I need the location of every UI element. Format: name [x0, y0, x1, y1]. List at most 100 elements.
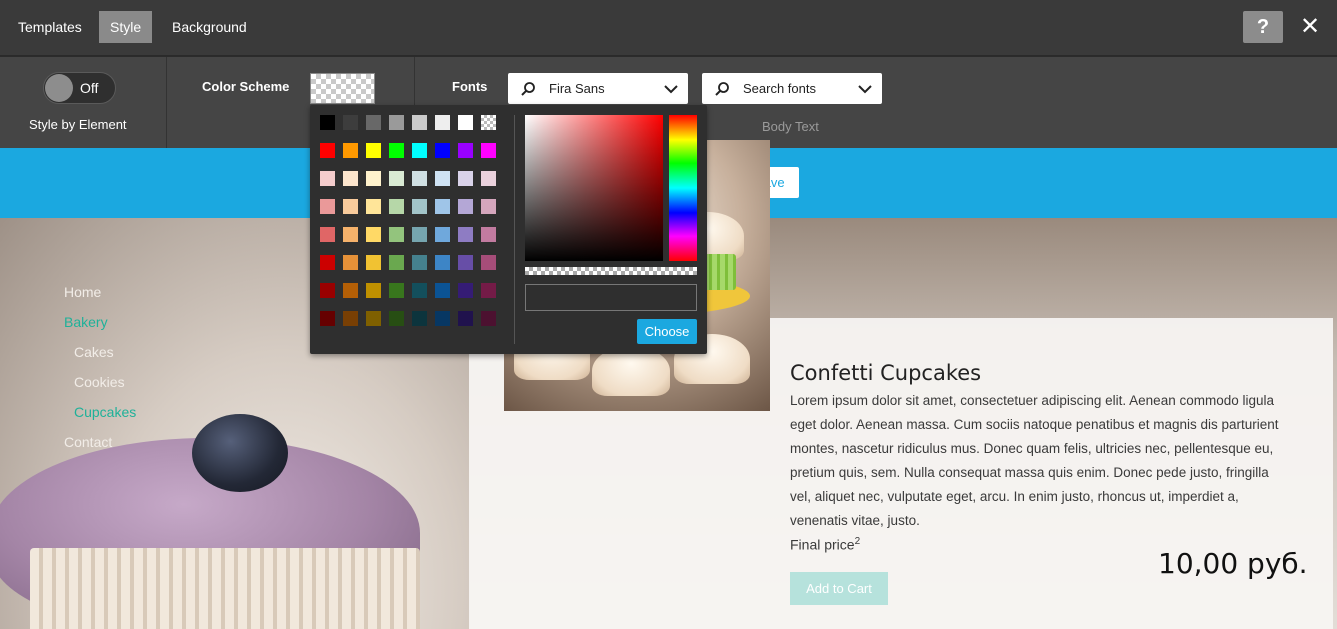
- palette-swatch[interactable]: [320, 115, 335, 130]
- style-by-element-label: Style by Element: [29, 117, 127, 132]
- palette-swatch[interactable]: [458, 227, 473, 242]
- palette-swatch[interactable]: [481, 199, 496, 214]
- palette-swatch[interactable]: [343, 171, 358, 186]
- palette-swatch[interactable]: [320, 311, 335, 326]
- site-nav-item[interactable]: Cookies: [74, 374, 125, 390]
- palette-swatch[interactable]: [389, 115, 404, 130]
- heading-font-select[interactable]: Fira Sans: [508, 73, 688, 104]
- palette-swatch[interactable]: [481, 115, 496, 130]
- final-price-text: Final price: [790, 536, 855, 553]
- palette-swatch[interactable]: [435, 283, 450, 298]
- product-price: 10,00 руб.: [1158, 547, 1308, 580]
- palette-swatch[interactable]: [320, 255, 335, 270]
- palette-swatch[interactable]: [389, 171, 404, 186]
- palette-swatch[interactable]: [481, 143, 496, 158]
- palette-swatch[interactable]: [412, 171, 427, 186]
- palette-swatch[interactable]: [412, 143, 427, 158]
- palette-swatch[interactable]: [435, 311, 450, 326]
- choose-button[interactable]: Choose: [637, 319, 697, 344]
- saturation-value-area[interactable]: [525, 115, 663, 261]
- site-nav-item[interactable]: Contact: [64, 434, 112, 450]
- palette-swatch[interactable]: [412, 311, 427, 326]
- palette-swatch[interactable]: [366, 255, 381, 270]
- palette-swatch[interactable]: [366, 227, 381, 242]
- close-icon[interactable]: ✕: [1298, 11, 1322, 43]
- toggle-state-label: Off: [80, 80, 99, 96]
- palette-swatch[interactable]: [320, 227, 335, 242]
- heading-font-value: Fira Sans: [549, 81, 605, 96]
- body-font-select[interactable]: Search fonts: [702, 73, 882, 104]
- product-description: Lorem ipsum dolor sit amet, consectetuer…: [790, 393, 1279, 528]
- palette-swatch[interactable]: [389, 255, 404, 270]
- palette-swatch[interactable]: [458, 255, 473, 270]
- final-price-footnote: 2: [854, 536, 861, 547]
- palette-swatch[interactable]: [458, 199, 473, 214]
- palette-swatch[interactable]: [435, 199, 450, 214]
- palette-swatch[interactable]: [343, 227, 358, 242]
- palette-swatch[interactable]: [343, 311, 358, 326]
- palette-swatch[interactable]: [343, 115, 358, 130]
- palette-swatch[interactable]: [435, 143, 450, 158]
- popup-divider: [514, 115, 515, 344]
- palette-swatch[interactable]: [458, 143, 473, 158]
- palette-swatch[interactable]: [343, 143, 358, 158]
- palette-swatch[interactable]: [412, 283, 427, 298]
- palette-swatch[interactable]: [481, 311, 496, 326]
- color-scheme-swatch[interactable]: [310, 73, 375, 104]
- search-icon: [521, 82, 535, 96]
- palette-swatch[interactable]: [320, 143, 335, 158]
- palette-swatch[interactable]: [320, 199, 335, 214]
- palette-swatch[interactable]: [435, 255, 450, 270]
- help-button[interactable]: ?: [1243, 11, 1283, 43]
- blueberry-image: [192, 414, 288, 492]
- palette-swatch[interactable]: [343, 283, 358, 298]
- tab-style[interactable]: Style: [99, 11, 153, 43]
- hue-slider[interactable]: [669, 115, 697, 261]
- alpha-slider[interactable]: [525, 267, 697, 275]
- palette-swatch[interactable]: [389, 283, 404, 298]
- palette-swatch[interactable]: [458, 115, 473, 130]
- palette-swatch[interactable]: [366, 199, 381, 214]
- palette-swatch[interactable]: [435, 227, 450, 242]
- palette-swatch[interactable]: [412, 199, 427, 214]
- tab-background[interactable]: Background: [164, 11, 255, 43]
- palette-swatch[interactable]: [389, 199, 404, 214]
- add-to-cart-button[interactable]: Add to Cart: [790, 572, 888, 605]
- palette-swatch[interactable]: [458, 311, 473, 326]
- palette-swatch[interactable]: [435, 171, 450, 186]
- chevron-down-icon: [858, 85, 872, 94]
- palette-swatch[interactable]: [366, 171, 381, 186]
- color-scheme-label: Color Scheme: [202, 79, 290, 94]
- toggle-knob: [45, 74, 73, 102]
- site-nav-item[interactable]: Cakes: [74, 344, 114, 360]
- palette-swatch[interactable]: [458, 283, 473, 298]
- palette-swatch[interactable]: [366, 283, 381, 298]
- palette-swatch[interactable]: [481, 255, 496, 270]
- palette-swatch[interactable]: [389, 227, 404, 242]
- palette-swatch[interactable]: [481, 227, 496, 242]
- palette-swatch[interactable]: [412, 115, 427, 130]
- palette-swatch[interactable]: [435, 115, 450, 130]
- palette-swatch[interactable]: [366, 115, 381, 130]
- site-nav-item[interactable]: Bakery: [64, 314, 108, 330]
- palette-swatch[interactable]: [481, 283, 496, 298]
- palette-swatch[interactable]: [412, 227, 427, 242]
- search-icon: [715, 82, 729, 96]
- palette-swatch[interactable]: [343, 255, 358, 270]
- color-hex-input[interactable]: [525, 284, 697, 311]
- palette-swatch[interactable]: [366, 143, 381, 158]
- palette-swatch[interactable]: [320, 283, 335, 298]
- palette-swatch[interactable]: [343, 199, 358, 214]
- site-nav-item[interactable]: Home: [64, 284, 101, 300]
- style-by-element-toggle[interactable]: Off: [43, 72, 116, 104]
- chevron-down-icon: [664, 85, 678, 94]
- tab-templates[interactable]: Templates: [10, 11, 90, 43]
- palette-swatch[interactable]: [389, 311, 404, 326]
- palette-swatch[interactable]: [458, 171, 473, 186]
- site-nav-item[interactable]: Cupcakes: [74, 404, 136, 420]
- palette-swatch[interactable]: [320, 171, 335, 186]
- palette-swatch[interactable]: [412, 255, 427, 270]
- palette-swatch[interactable]: [481, 171, 496, 186]
- palette-swatch[interactable]: [389, 143, 404, 158]
- palette-swatch[interactable]: [366, 311, 381, 326]
